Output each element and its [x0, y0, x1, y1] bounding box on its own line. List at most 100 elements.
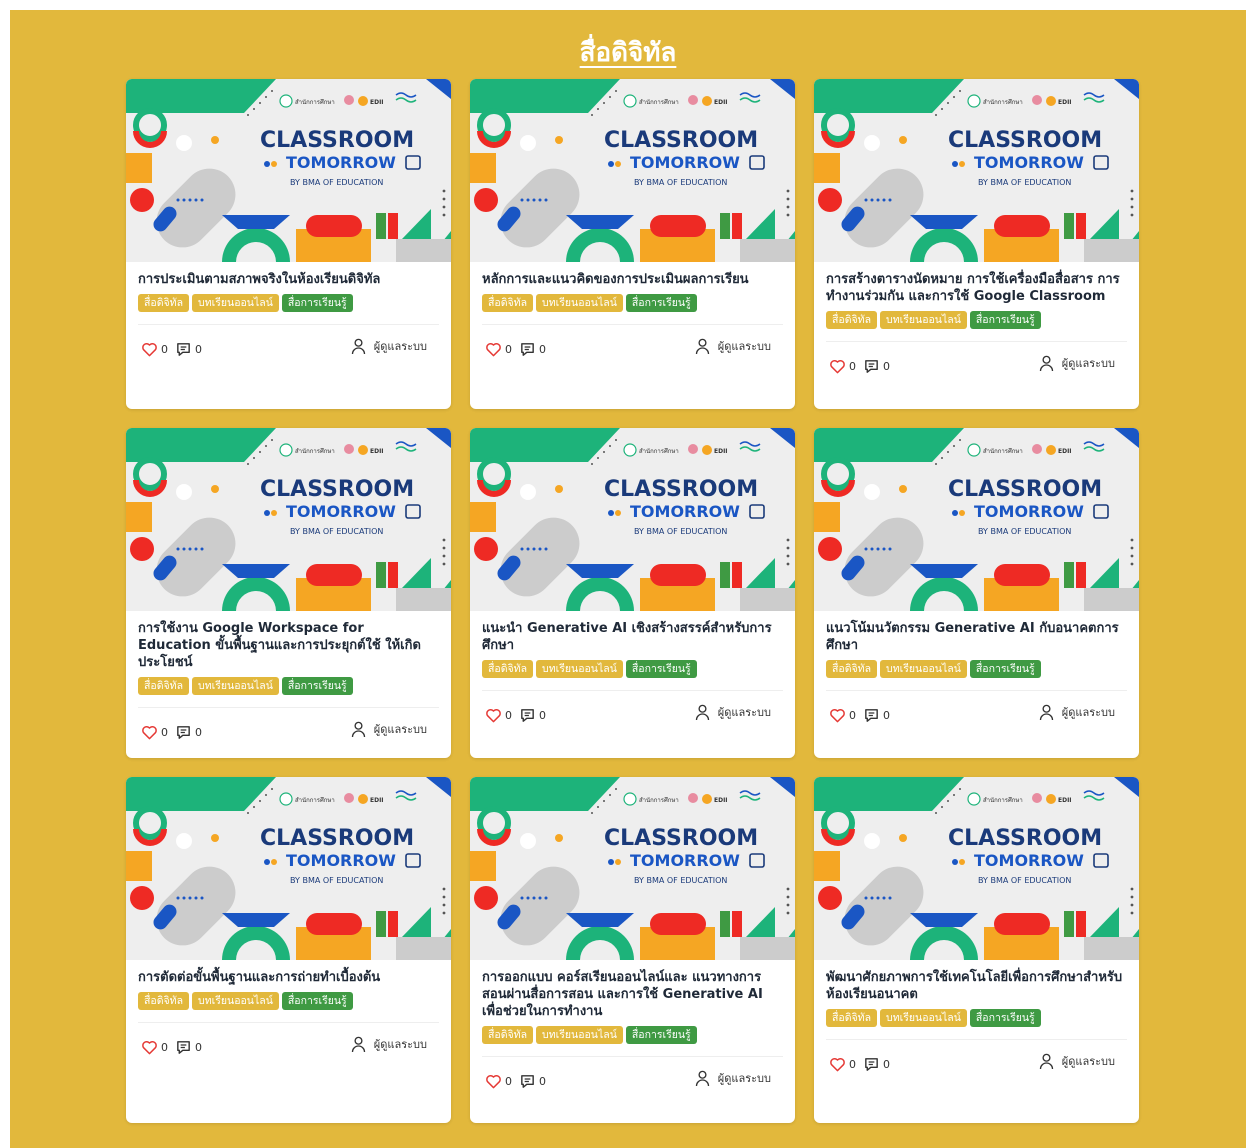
- card-title[interactable]: การตัดต่อขั้นพื้นฐานและการถ่ายทำเบื้องต้…: [138, 969, 439, 986]
- comment-icon[interactable]: [862, 357, 880, 375]
- tag-learning-media[interactable]: สื่อการเรียนรู้: [281, 992, 353, 1010]
- card-meta: 0 0 ผู้ดูแลระบบ: [482, 1057, 783, 1101]
- card-title[interactable]: การประเมินตามสภาพจริงในห้องเรียนดิจิทัล: [138, 271, 439, 288]
- card-stats: 0 0: [484, 340, 552, 358]
- svg-text:BY BMA OF EDUCATION: BY BMA OF EDUCATION: [634, 178, 727, 187]
- svg-text:TOMORROW: TOMORROW: [286, 851, 396, 870]
- card-thumbnail[interactable]: สำนักการศึกษา EDII CLASSROOM TOMORROW BY…: [814, 428, 1139, 611]
- card-title[interactable]: การออกแบบ คอร์สเรียนออนไลน์และ แนวทางการ…: [482, 969, 783, 1020]
- tag-digital-media[interactable]: สื่อดิจิทัล: [482, 294, 534, 312]
- user-icon: [350, 720, 368, 738]
- card-title[interactable]: การสร้างตารางนัดหมาย การใช้เครื่องมือสื่…: [826, 271, 1127, 305]
- heart-icon[interactable]: [484, 706, 502, 724]
- card-meta: 0 0 ผู้ดูแลระบบ: [138, 1023, 439, 1067]
- logo-text: สำนักการศึกษา: [983, 99, 1023, 106]
- card-author: ผู้ดูแลระบบ: [694, 337, 771, 355]
- card-title[interactable]: การใช้งาน Google Workspace for Education…: [138, 620, 439, 671]
- tag-learning-media[interactable]: สื่อการเรียนรู้: [625, 1026, 697, 1044]
- tag-digital-media[interactable]: สื่อดิจิทัล: [138, 992, 190, 1010]
- course-card[interactable]: สำนักการศึกษา EDII CLASSROOM TOMORROW BY…: [470, 79, 795, 409]
- user-icon: [694, 337, 712, 355]
- comment-icon[interactable]: [518, 706, 536, 724]
- course-card[interactable]: สำนักการศึกษา EDII CLASSROOM TOMORROW BY…: [126, 79, 451, 409]
- course-card[interactable]: สำนักการศึกษา EDII CLASSROOM TOMORROW BY…: [126, 428, 451, 758]
- tag-online-lesson[interactable]: บทเรียนออนไลน์: [192, 294, 279, 312]
- tag-digital-media[interactable]: สื่อดิจิทัล: [826, 660, 878, 678]
- comment-icon[interactable]: [518, 1072, 536, 1090]
- svg-text:CLASSROOM: CLASSROOM: [948, 826, 1102, 851]
- card-thumbnail[interactable]: สำนักการศึกษา EDII CLASSROOM TOMORROW BY…: [470, 428, 795, 611]
- heart-icon[interactable]: [484, 340, 502, 358]
- tag-online-lesson[interactable]: บทเรียนออนไลน์: [192, 992, 279, 1010]
- tag-digital-media[interactable]: สื่อดิจิทัล: [138, 677, 190, 695]
- course-card[interactable]: สำนักการศึกษา EDII CLASSROOM TOMORROW BY…: [470, 777, 795, 1123]
- card-thumbnail[interactable]: สำนักการศึกษา EDII CLASSROOM TOMORROW BY…: [470, 79, 795, 262]
- course-card[interactable]: สำนักการศึกษา EDII CLASSROOM TOMORROW BY…: [814, 777, 1139, 1123]
- course-card[interactable]: สำนักการศึกษา EDII CLASSROOM TOMORROW BY…: [470, 428, 795, 758]
- course-card[interactable]: สำนักการศึกษา EDII CLASSROOM TOMORROW BY…: [814, 79, 1139, 409]
- author-name: ผู้ดูแลระบบ: [1061, 706, 1115, 719]
- card-thumbnail[interactable]: สำนักการศึกษา EDII CLASSROOM TOMORROW BY…: [814, 79, 1139, 262]
- course-card[interactable]: สำนักการศึกษา EDII CLASSROOM TOMORROW BY…: [126, 777, 451, 1123]
- tag-online-lesson[interactable]: บทเรียนออนไลน์: [536, 1026, 623, 1044]
- heart-icon[interactable]: [828, 706, 846, 724]
- comment-icon[interactable]: [862, 1055, 880, 1073]
- svg-text:EDII: EDII: [370, 99, 384, 106]
- user-icon: [1038, 354, 1056, 372]
- tag-list: สื่อดิจิทัล บทเรียนออนไลน์ สื่อการเรียนร…: [138, 992, 439, 1010]
- heart-icon[interactable]: [828, 1055, 846, 1073]
- comment-icon[interactable]: [518, 340, 536, 358]
- tag-digital-media[interactable]: สื่อดิจิทัล: [482, 660, 534, 678]
- heart-icon[interactable]: [140, 723, 158, 741]
- logo-text: สำนักการศึกษา: [295, 99, 335, 106]
- card-title[interactable]: แนะนำ Generative AI เชิงสร้างสรรค์สำหรับ…: [482, 620, 783, 654]
- heart-icon[interactable]: [140, 1038, 158, 1056]
- comment-icon[interactable]: [174, 1038, 192, 1056]
- card-thumbnail[interactable]: สำนักการศึกษา EDII CLASSROOM TOMORROW BY…: [126, 428, 451, 611]
- svg-text:EDII: EDII: [1058, 797, 1072, 804]
- user-icon: [694, 1069, 712, 1087]
- tag-digital-media[interactable]: สื่อดิจิทัล: [138, 294, 190, 312]
- card-thumbnail[interactable]: สำนักการศึกษา EDII CLASSROOM TOMORROW BY…: [126, 79, 451, 262]
- comment-count: 0: [195, 725, 202, 739]
- author-name: ผู้ดูแลระบบ: [717, 1072, 771, 1085]
- card-stats: 0 0: [828, 1055, 896, 1073]
- svg-text:EDII: EDII: [714, 448, 728, 455]
- card-title[interactable]: แนวโน้มนวัตกรรม Generative AI กับอนาคตกา…: [826, 620, 1127, 654]
- heart-icon[interactable]: [140, 340, 158, 358]
- tag-digital-media[interactable]: สื่อดิจิทัล: [826, 311, 878, 329]
- tag-online-lesson[interactable]: บทเรียนออนไลน์: [536, 660, 623, 678]
- tag-online-lesson[interactable]: บทเรียนออนไลน์: [192, 677, 279, 695]
- tag-learning-media[interactable]: สื่อการเรียนรู้: [969, 660, 1041, 678]
- svg-text:TOMORROW: TOMORROW: [974, 153, 1084, 172]
- tag-online-lesson[interactable]: บทเรียนออนไลน์: [880, 311, 967, 329]
- author-name: ผู้ดูแลระบบ: [717, 706, 771, 719]
- card-title[interactable]: พัฒนาศักยภาพการใช้เทคโนโลยีเพื่อการศึกษา…: [826, 969, 1127, 1003]
- card-stats: 0 0: [484, 1072, 552, 1090]
- card-thumbnail[interactable]: สำนักการศึกษา EDII CLASSROOM TOMORROW BY…: [126, 777, 451, 960]
- comment-icon[interactable]: [862, 706, 880, 724]
- section-title[interactable]: สื่อดิจิทัล: [10, 32, 1246, 73]
- tag-digital-media[interactable]: สื่อดิจิทัล: [826, 1009, 878, 1027]
- card-thumbnail[interactable]: สำนักการศึกษา EDII CLASSROOM TOMORROW BY…: [814, 777, 1139, 960]
- tag-online-lesson[interactable]: บทเรียนออนไลน์: [536, 294, 623, 312]
- course-card[interactable]: สำนักการศึกษา EDII CLASSROOM TOMORROW BY…: [814, 428, 1139, 758]
- like-count: 0: [849, 1057, 856, 1071]
- tag-online-lesson[interactable]: บทเรียนออนไลน์: [880, 1009, 967, 1027]
- heart-icon[interactable]: [484, 1072, 502, 1090]
- card-title[interactable]: หลักการและแนวคิดของการประเมินผลการเรียน: [482, 271, 783, 288]
- tag-learning-media[interactable]: สื่อการเรียนรู้: [281, 677, 353, 695]
- heart-icon[interactable]: [828, 357, 846, 375]
- tag-online-lesson[interactable]: บทเรียนออนไลน์: [880, 660, 967, 678]
- tag-learning-media[interactable]: สื่อการเรียนรู้: [625, 294, 697, 312]
- card-thumbnail[interactable]: สำนักการศึกษา EDII CLASSROOM TOMORROW BY…: [470, 777, 795, 960]
- svg-text:CLASSROOM: CLASSROOM: [260, 826, 414, 851]
- comment-icon[interactable]: [174, 723, 192, 741]
- comment-icon[interactable]: [174, 340, 192, 358]
- tag-learning-media[interactable]: สื่อการเรียนรู้: [969, 311, 1041, 329]
- tag-learning-media[interactable]: สื่อการเรียนรู้: [281, 294, 353, 312]
- tag-learning-media[interactable]: สื่อการเรียนรู้: [969, 1009, 1041, 1027]
- tag-digital-media[interactable]: สื่อดิจิทัล: [482, 1026, 534, 1044]
- tag-learning-media[interactable]: สื่อการเรียนรู้: [625, 660, 697, 678]
- comment-count: 0: [883, 708, 890, 722]
